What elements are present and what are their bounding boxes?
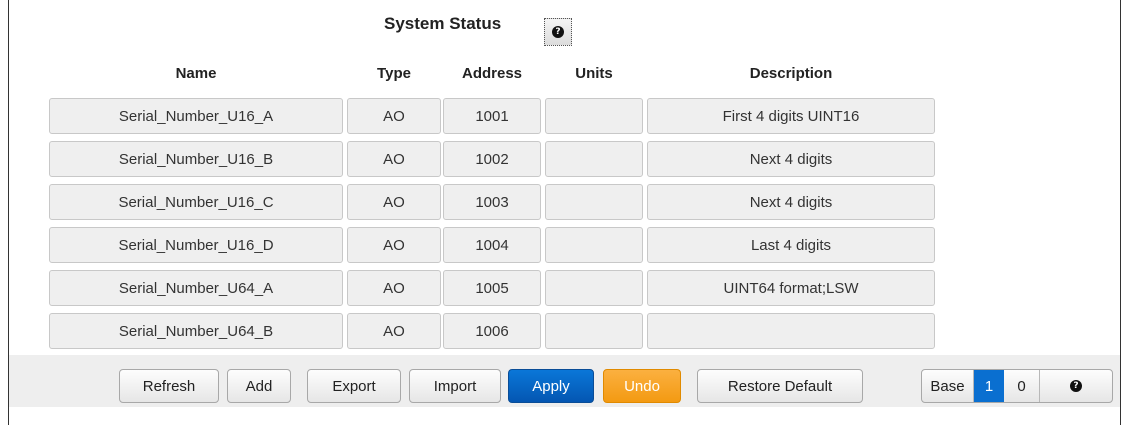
address-field[interactable]: 1004 bbox=[443, 227, 541, 263]
name-field[interactable]: Serial_Number_U64_B bbox=[49, 313, 343, 349]
units-field[interactable] bbox=[545, 184, 643, 220]
base-option-1[interactable]: 1 bbox=[974, 370, 1004, 402]
description-field[interactable]: Next 4 digits bbox=[647, 184, 935, 220]
undo-button[interactable]: Undo bbox=[603, 369, 681, 403]
restore-default-button[interactable]: Restore Default bbox=[697, 369, 863, 403]
type-field[interactable]: AO bbox=[347, 227, 441, 263]
base-option-0[interactable]: 0 bbox=[1004, 370, 1040, 402]
name-field[interactable]: Serial_Number_U64_A bbox=[49, 270, 343, 306]
column-header-address: Address bbox=[461, 65, 523, 82]
type-field[interactable]: AO bbox=[347, 313, 441, 349]
column-header-description: Description bbox=[749, 65, 833, 82]
apply-button[interactable]: Apply bbox=[508, 369, 594, 403]
units-field[interactable] bbox=[545, 141, 643, 177]
units-field[interactable] bbox=[545, 227, 643, 263]
question-circle-icon: ? bbox=[1070, 380, 1082, 392]
type-field[interactable]: AO bbox=[347, 184, 441, 220]
column-header-name: Name bbox=[175, 65, 217, 82]
description-field[interactable]: Next 4 digits bbox=[647, 141, 935, 177]
column-header-units: Units bbox=[575, 65, 613, 82]
name-field[interactable]: Serial_Number_U16_A bbox=[49, 98, 343, 134]
type-field[interactable]: AO bbox=[347, 270, 441, 306]
address-field[interactable]: 1001 bbox=[443, 98, 541, 134]
base-selector: Base 1 0 ? bbox=[921, 369, 1113, 403]
address-field[interactable]: 1006 bbox=[443, 313, 541, 349]
question-circle-icon: ? bbox=[552, 26, 564, 38]
add-button[interactable]: Add bbox=[227, 369, 291, 403]
refresh-button[interactable]: Refresh bbox=[119, 369, 219, 403]
description-field[interactable] bbox=[647, 313, 935, 349]
page-title: System Status bbox=[384, 14, 502, 33]
description-field[interactable]: Last 4 digits bbox=[647, 227, 935, 263]
system-status-panel: System Status ? Name Type Address Units … bbox=[8, 0, 1121, 425]
column-header-type: Type bbox=[377, 65, 411, 82]
units-field[interactable] bbox=[545, 270, 643, 306]
type-field[interactable]: AO bbox=[347, 141, 441, 177]
name-field[interactable]: Serial_Number_U16_B bbox=[49, 141, 343, 177]
name-field[interactable]: Serial_Number_U16_D bbox=[49, 227, 343, 263]
units-field[interactable] bbox=[545, 98, 643, 134]
address-field[interactable]: 1005 bbox=[443, 270, 541, 306]
type-field[interactable]: AO bbox=[347, 98, 441, 134]
import-button[interactable]: Import bbox=[409, 369, 501, 403]
footer-toolbar: Refresh Add Export Import Apply Undo Res… bbox=[9, 355, 1120, 407]
units-field[interactable] bbox=[545, 313, 643, 349]
address-field[interactable]: 1003 bbox=[443, 184, 541, 220]
export-button[interactable]: Export bbox=[307, 369, 401, 403]
description-field[interactable]: First 4 digits UINT16 bbox=[647, 98, 935, 134]
name-field[interactable]: Serial_Number_U16_C bbox=[49, 184, 343, 220]
address-field[interactable]: 1002 bbox=[443, 141, 541, 177]
title-help-button[interactable]: ? bbox=[544, 18, 572, 46]
description-field[interactable]: UINT64 format;LSW bbox=[647, 270, 935, 306]
base-help-button[interactable]: ? bbox=[1040, 370, 1112, 402]
base-label: Base bbox=[922, 370, 974, 402]
